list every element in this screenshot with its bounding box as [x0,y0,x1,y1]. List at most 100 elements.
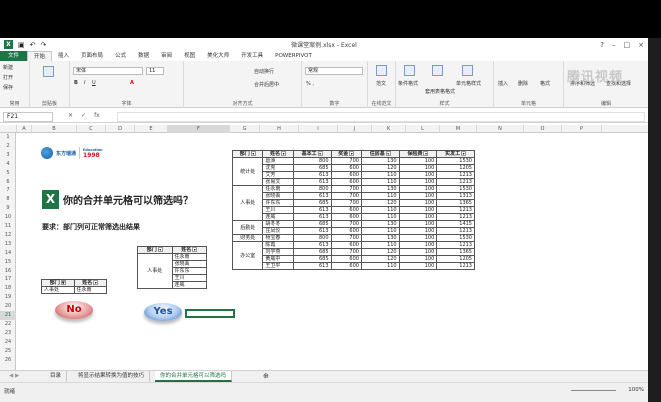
minimize-icon[interactable]: – [612,41,616,49]
row-header-14[interactable]: 14 [0,249,16,258]
row-header-23[interactable]: 23 [0,329,16,338]
bold-button[interactable]: B [74,80,78,86]
name-box[interactable]: F21 [3,112,53,122]
col-header-j[interactable]: J [338,125,372,133]
col-header-h[interactable]: H [260,125,299,133]
row-header-20[interactable]: 20 [0,302,16,311]
tab-home[interactable]: 开始 [27,51,53,61]
row-header-24[interactable]: 24 [0,338,16,347]
row-header-18[interactable]: 18 [0,284,16,293]
row-header-22[interactable]: 22 [0,320,16,329]
row-header-17[interactable]: 17 [0,275,16,284]
row-header-10[interactable]: 10 [0,213,16,222]
col-header-c[interactable]: C [77,125,106,133]
sheet-tab-index[interactable]: 目录 [45,371,68,382]
filter-dropdown-icon[interactable]: ▾ [349,151,355,156]
tab-formulas[interactable]: 公式 [109,51,132,61]
zoom-level[interactable]: 100% [628,387,644,393]
row-header-3[interactable]: 3 [0,151,16,160]
insert-cells-button[interactable]: 插入 [498,80,508,87]
col-header-o[interactable]: O [524,125,562,133]
filter-dropdown-icon[interactable]: ▾ [281,151,287,156]
col-header-k[interactable]: K [372,125,406,133]
row-header-19[interactable]: 19 [0,293,16,302]
tab-developer[interactable]: 开发工具 [235,51,269,61]
row-header-8[interactable]: 8 [0,195,16,204]
tab-page-layout[interactable]: 页面布局 [75,51,109,61]
new-button[interactable]: 新建 [3,64,13,71]
conditional-format-icon[interactable] [404,65,415,76]
font-color-icon[interactable]: A [130,80,134,86]
close-icon[interactable]: × [638,41,644,49]
col-header-e[interactable]: E [135,125,168,133]
tab-review[interactable]: 审阅 [155,51,178,61]
save-button[interactable]: 保存 [3,84,13,91]
font-name-select[interactable]: 宋体 [73,67,143,75]
insert-function-icon[interactable]: fx [94,112,100,119]
col-header-b[interactable]: B [32,125,77,133]
maximize-icon[interactable]: □ [624,41,631,49]
col-header-p[interactable]: P [562,125,602,133]
cell-style-button[interactable]: 单元格样式 [456,80,481,87]
underline-button[interactable]: U [92,80,96,86]
font-size-select[interactable]: 11 [146,67,164,75]
merge-center-button[interactable]: 合并后居中 [254,81,279,88]
row-header-11[interactable]: 11 [0,222,16,231]
col-header-n[interactable]: N [477,125,524,133]
filter-dropdown-icon[interactable]: ▾ [250,151,256,156]
conditional-format-button[interactable]: 条件格式 [398,80,418,87]
tab-file[interactable]: 文件 [0,51,28,61]
filter-active-icon[interactable]: ▼ [60,280,66,285]
add-sheet-button[interactable]: ⊕ [258,371,274,382]
tab-insert[interactable]: 插入 [52,51,75,61]
col-header-a[interactable]: A [17,125,32,133]
filter-dropdown-icon[interactable]: ▾ [423,151,429,156]
col-header-d[interactable]: D [106,125,135,133]
row-header-25[interactable]: 25 [0,347,16,356]
row-header-6[interactable]: 6 [0,178,16,187]
col-header-f[interactable]: F [168,125,230,133]
col-header-g[interactable]: G [230,125,260,133]
row-header-2[interactable]: 2 [0,142,16,151]
cancel-icon[interactable]: ✕ [68,112,73,119]
table-format-button[interactable]: 套用表格格式 [425,88,455,95]
format-cells-button[interactable]: 格式 [540,80,550,87]
number-format-select[interactable]: 常规 [305,67,363,75]
sheet-tab-convert-values[interactable]: 将显示结果转换为值的技巧 [73,371,151,382]
filter-dropdown-icon[interactable]: ▾ [192,247,198,252]
row-header-26[interactable]: 26 [0,356,16,365]
active-cell-f21[interactable] [185,309,235,318]
filter-dropdown-icon[interactable]: ▾ [93,280,99,285]
zoom-slider[interactable] [571,390,616,391]
filter-dropdown-icon[interactable]: ▾ [385,151,391,156]
filter-dropdown-icon[interactable]: ▾ [317,151,323,156]
delete-cells-button[interactable]: 删除 [518,80,528,87]
sheet-tab-merged-filter[interactable]: 你的合并单元格可以筛选吗 [155,371,233,382]
col-header-l[interactable]: L [406,125,440,133]
row-header-1[interactable]: 1 [0,133,16,142]
template-button[interactable]: 范文 [376,80,386,87]
row-header-16[interactable]: 16 [0,267,16,276]
formula-input[interactable] [117,112,645,122]
tab-powerpivot[interactable]: POWERPIVOT [269,51,318,61]
row-header-15[interactable]: 15 [0,258,16,267]
row-header-7[interactable]: 7 [0,186,16,195]
row-header-21[interactable]: 21 [0,311,16,320]
template-icon[interactable] [376,65,387,76]
percent-button[interactable]: % , [306,81,314,87]
row-header-4[interactable]: 4 [0,160,16,169]
row-header-13[interactable]: 13 [0,240,16,249]
filter-dropdown-icon[interactable]: ▾ [157,247,163,252]
tab-view[interactable]: 视图 [178,51,201,61]
filter-dropdown-icon[interactable]: ▾ [461,151,467,156]
tab-beautify[interactable]: 美化大师 [201,51,235,61]
row-header-5[interactable]: 5 [0,169,16,178]
col-header-m[interactable]: M [440,125,477,133]
tab-data[interactable]: 数据 [132,51,155,61]
row-header-12[interactable]: 12 [0,231,16,240]
cell-style-icon[interactable] [462,65,473,76]
tab-scroll-arrows[interactable]: ◀ ▶ [4,371,24,382]
row-header-9[interactable]: 9 [0,204,16,213]
select-all-corner[interactable] [0,125,17,133]
open-button[interactable]: 打开 [3,74,13,81]
